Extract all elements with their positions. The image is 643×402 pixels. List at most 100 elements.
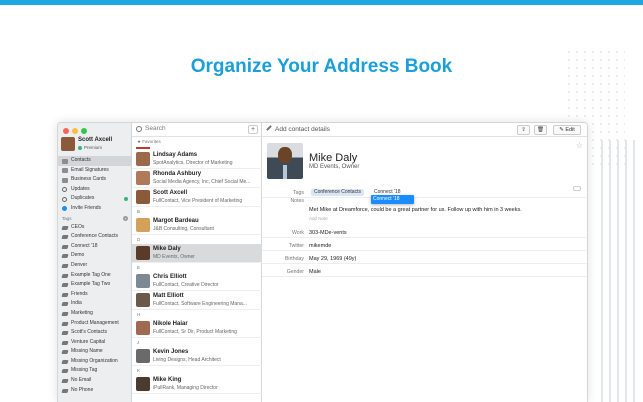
notes-label: Notes — [290, 198, 304, 204]
note-text: Met Mike at Dreamforce, could be a great… — [309, 207, 522, 213]
contact-row[interactable]: Kevin Jones Living Designs, Head Archite… — [132, 347, 262, 366]
tag-icon — [61, 273, 69, 278]
sidebar-tag-item[interactable]: Denver — [58, 261, 132, 271]
contact-row-subtitle: iPullRank, Managing Director — [153, 385, 218, 391]
close-window-button[interactable] — [63, 128, 69, 134]
sidebar-item[interactable]: Business Cards — [58, 175, 132, 185]
tag-icon — [61, 369, 69, 374]
delete-button[interactable]: 🗑 — [534, 125, 547, 135]
detail-field-row[interactable]: Gender Male — [262, 266, 587, 277]
tag-icon — [61, 235, 69, 240]
section-letter: K — [137, 368, 141, 373]
contact-row[interactable]: Mike Daly MD Events, Owner — [132, 244, 262, 263]
sidebar-tag-item[interactable]: Marketing — [58, 309, 132, 319]
add-contact-button[interactable]: + — [248, 125, 258, 134]
sidebar-tag-item[interactable]: Friends — [58, 290, 132, 300]
contact-name: Mike Daly — [309, 152, 358, 164]
sidebar-tag-item[interactable]: Missing Name — [58, 347, 132, 357]
sidebar-tag-item[interactable]: Product Management — [58, 319, 132, 329]
detail-field-row[interactable]: Work 303-MDe-vents — [262, 227, 587, 238]
tag-icon — [61, 311, 69, 316]
contact-list: Search + ★ Favorites Lindsay Adams SpotA… — [132, 123, 262, 402]
avatar — [136, 246, 150, 260]
sidebar-tag-item[interactable]: Venture Capital — [58, 338, 132, 348]
sidebar-tag-item[interactable]: Scott's Contacts — [58, 328, 132, 338]
contact-row-name: Margot Bardeau — [153, 218, 199, 224]
minimize-window-button[interactable] — [72, 128, 78, 134]
sidebar: Scott Axcell Premium Contacts Email Sign… — [58, 123, 132, 402]
sidebar-item-label: Duplicates — [71, 195, 95, 202]
contact-row-name: Rhonda Ashbury — [153, 171, 202, 177]
tag-icon — [61, 388, 69, 393]
contact-row-name: Nikole Haiar — [153, 321, 188, 327]
tag-icon — [61, 379, 69, 384]
tags-label: Tags — [293, 190, 304, 196]
contact-row[interactable]: Scott Axcell FullContact, Vice President… — [132, 188, 262, 207]
sidebar-item[interactable]: Contacts — [58, 156, 132, 166]
premium-dot-icon — [78, 145, 82, 150]
tag-edit-icon[interactable] — [573, 186, 581, 191]
sidebar-tag-label: Missing Organization — [71, 357, 118, 364]
avatar — [136, 274, 150, 288]
contact-rows: ★ Favorites Lindsay Adams SpotAnalytics,… — [132, 137, 262, 394]
sidebar-tag-item[interactable]: Connect '18 — [58, 242, 132, 252]
contact-row[interactable]: Rhonda Ashbury Social Media Agency, Inc,… — [132, 169, 262, 188]
sidebar-tag-item[interactable]: India — [58, 299, 132, 309]
signature-icon — [62, 168, 68, 174]
stripes-decoration — [601, 140, 641, 402]
sidebar-item[interactable]: Invite Friends — [58, 204, 132, 214]
sidebar-tag-item[interactable]: Missing Organization — [58, 357, 132, 367]
sidebar-item[interactable]: Duplicates — [58, 194, 132, 204]
sidebar-nav: Contacts Email Signatures Business Cards… — [58, 156, 132, 395]
search-input[interactable]: Search — [145, 125, 166, 132]
sidebar-tag-item[interactable]: CEOs — [58, 223, 132, 233]
sidebar-tag-label: Example Tag Two — [71, 281, 111, 288]
sidebar-item[interactable]: Email Signatures — [58, 166, 132, 176]
zoom-window-button[interactable] — [81, 128, 87, 134]
business-card-icon — [62, 177, 68, 183]
field-label: Twitter — [288, 243, 304, 249]
contact-row[interactable]: Margot Bardeau J&B Consulting, Consultan… — [132, 216, 262, 235]
contact-row[interactable]: Nikole Haiar FullContact, Sr Dir, Produc… — [132, 319, 262, 338]
sidebar-tag-item[interactable]: No Phone — [58, 386, 132, 396]
sidebar-tag-item[interactable]: No Email — [58, 376, 132, 386]
contact-row[interactable]: Mike King iPullRank, Managing Director — [132, 375, 262, 394]
sidebar-item-label: Email Signatures — [71, 166, 109, 173]
contact-row[interactable]: Lindsay Adams SpotAnalytics, Director of… — [132, 150, 262, 169]
sidebar-tag-item[interactable]: Missing Tag — [58, 366, 132, 376]
detail-field-row[interactable]: Twitter mikemde — [262, 240, 587, 251]
tag-chip[interactable]: Conference Contacts — [311, 189, 364, 196]
sidebar-tag-item[interactable]: Conference Contacts — [58, 232, 132, 242]
edit-label: Edit — [565, 127, 575, 133]
add-details-input[interactable]: Add contact details — [275, 126, 330, 133]
sidebar-item-label: Updates — [71, 185, 90, 192]
top-accent-bar — [0, 0, 643, 5]
sidebar-item[interactable]: Updates — [58, 185, 132, 195]
add-tag-button[interactable]: + — [123, 215, 128, 221]
contact-row-name: Scott Axcell — [153, 190, 188, 196]
section-letter: H — [137, 312, 141, 317]
account-header[interactable]: Scott Axcell Premium — [61, 137, 129, 155]
contacts-icon — [62, 158, 68, 164]
edit-button[interactable]: ✎ Edit — [553, 125, 581, 135]
window-controls — [63, 128, 87, 134]
field-label: Birthday — [284, 256, 304, 262]
tag-icon — [61, 244, 69, 249]
sidebar-tag-item[interactable]: Example Tag One — [58, 271, 132, 281]
contact-detail: Add contact details ⇪ 🗑 ✎ Edit Mike Daly… — [262, 123, 587, 402]
favorite-star-icon[interactable]: ☆ — [576, 141, 583, 150]
contact-row-subtitle: FullContact, Vice President of Marketing — [153, 198, 243, 204]
sidebar-tag-label: Example Tag One — [71, 271, 111, 278]
contact-row[interactable]: Chris Elliott FullContact, Creative Dire… — [132, 272, 262, 291]
sidebar-tag-label: Conference Contacts — [71, 233, 118, 240]
sidebar-tag-label: India — [71, 300, 82, 307]
share-button[interactable]: ⇪ — [517, 125, 530, 135]
sidebar-tag-item[interactable]: Demo — [58, 251, 132, 261]
sidebar-tag-item[interactable]: Example Tag Two — [58, 280, 132, 290]
detail-field-row[interactable]: Birthday May 29, 1969 (49y) — [262, 253, 587, 264]
tags-section-label: Tags — [62, 215, 72, 221]
contact-row[interactable]: Matt Elliott FullContact, Software Engin… — [132, 291, 262, 310]
avatar — [136, 190, 150, 204]
add-note-link[interactable]: Add Note — [309, 216, 328, 221]
sidebar-tag-label: Venture Capital — [71, 338, 106, 345]
